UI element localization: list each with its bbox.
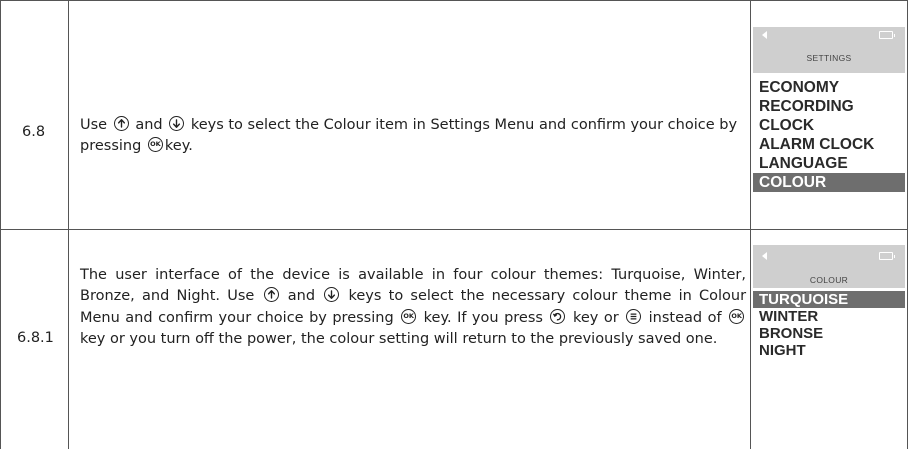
screen-header: SETTINGS (753, 27, 905, 73)
row-divider (0, 229, 908, 230)
step-description: Use and keys to select the Colour item i… (80, 115, 746, 158)
arrow-down-circle-icon (169, 116, 185, 131)
back-triangle-icon (762, 31, 767, 39)
battery-icon (879, 252, 895, 260)
column-divider-screen (750, 0, 751, 449)
desc-text: key. If you press (423, 309, 543, 326)
arrow-up-circle-icon (263, 287, 279, 303)
step-number: 6.8 (22, 124, 46, 140)
desc-text: key or (572, 309, 619, 326)
table-border-left (0, 0, 1, 449)
desc-text: Use (80, 117, 108, 133)
menu-item-turquoise-selected: TURQUOISE (753, 291, 905, 308)
column-divider-step (68, 0, 69, 449)
colour-menu: TURQUOISE WINTER BRONSE NIGHT (753, 291, 905, 359)
menu-item-recording: RECORDING (759, 98, 854, 115)
menu-item-economy: ECONOMY (759, 79, 840, 96)
desc-text: key or you turn off the power, the colou… (80, 330, 718, 347)
ok-circle-icon: OK (729, 308, 745, 324)
screen-title: SETTINGS (806, 53, 852, 63)
ok-icon-label: OK (150, 140, 161, 149)
desc-text: key. (164, 138, 193, 155)
screen-header: COLOUR (753, 245, 905, 288)
desc-text: and (135, 117, 163, 133)
device-screen-colour: COLOUR TURQUOISE WINTER BRONSE NIGHT (753, 245, 905, 420)
settings-menu: ECONOMY RECORDING CLOCK ALARM CLOCK LANG… (753, 78, 905, 192)
back-triangle-icon (762, 252, 767, 260)
desc-text: and (287, 288, 316, 305)
manual-page: 6.8 Use and keys to select the Colour it… (0, 0, 908, 449)
screen-title: COLOUR (809, 275, 849, 285)
menu-item-winter: WINTER (759, 308, 819, 325)
menu-item-night: NIGHT (759, 342, 806, 359)
menu-item-clock: CLOCK (759, 117, 815, 134)
desc-text: instead of (648, 309, 722, 326)
menu-circle-icon (626, 308, 642, 324)
menu-item-bronse: BRONSE (759, 325, 824, 342)
back-circle-icon (550, 308, 566, 324)
arrow-down-circle-icon (324, 287, 340, 303)
ok-icon-label: OK (403, 311, 414, 320)
ok-icon-label: OK (731, 311, 742, 320)
battery-icon (879, 31, 895, 39)
menu-item-language: LANGUAGE (759, 155, 848, 172)
step-number: 6.8.1 (17, 330, 54, 346)
device-screen-settings: SETTINGS ECONOMY RECORDING CLOCK ALARM C… (753, 27, 905, 202)
ok-circle-icon: OK (401, 308, 417, 324)
ok-circle-icon: OK (147, 137, 163, 153)
menu-item-alarm-clock: ALARM CLOCK (759, 136, 875, 153)
table-border-top (0, 0, 908, 1)
menu-item-colour-selected: COLOUR (753, 173, 905, 192)
step-description: The user interface of the device is avai… (80, 265, 746, 350)
arrow-up-circle-icon (113, 116, 129, 131)
